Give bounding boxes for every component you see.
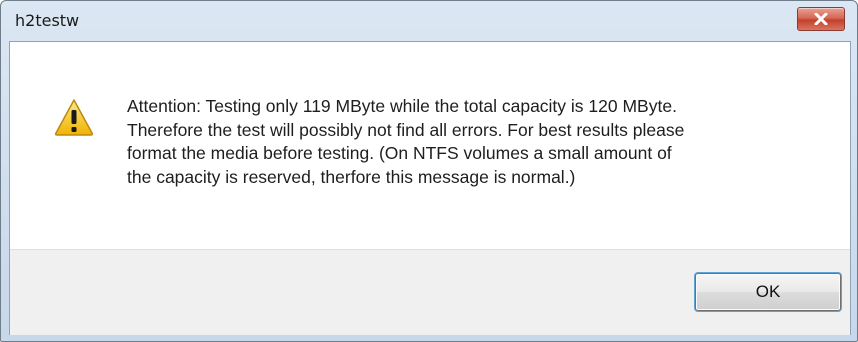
button-bar: OK [10, 249, 850, 335]
message-line: format the media before testing. (On NTF… [127, 143, 672, 163]
window-title: h2testw [15, 11, 80, 30]
dialog-body: Attention: Testing only 119 MByte while … [9, 41, 851, 335]
title-bar[interactable]: h2testw [1, 1, 857, 41]
message-dialog: h2testw Attention: Testing only 119 MByt… [0, 0, 858, 342]
message-text: Attention: Testing only 119 MByte while … [127, 95, 827, 189]
ok-button[interactable]: OK [695, 273, 841, 311]
message-line: Therefore the test will possibly not fin… [127, 119, 685, 140]
close-button[interactable] [797, 7, 845, 31]
warning-icon [54, 99, 94, 136]
content-area: Attention: Testing only 119 MByte while … [10, 42, 850, 249]
message-line: Attention: Testing only 119 MByte while … [127, 96, 677, 116]
close-icon [814, 13, 828, 25]
message-line: the capacity is reserved, therfore this … [127, 166, 576, 187]
